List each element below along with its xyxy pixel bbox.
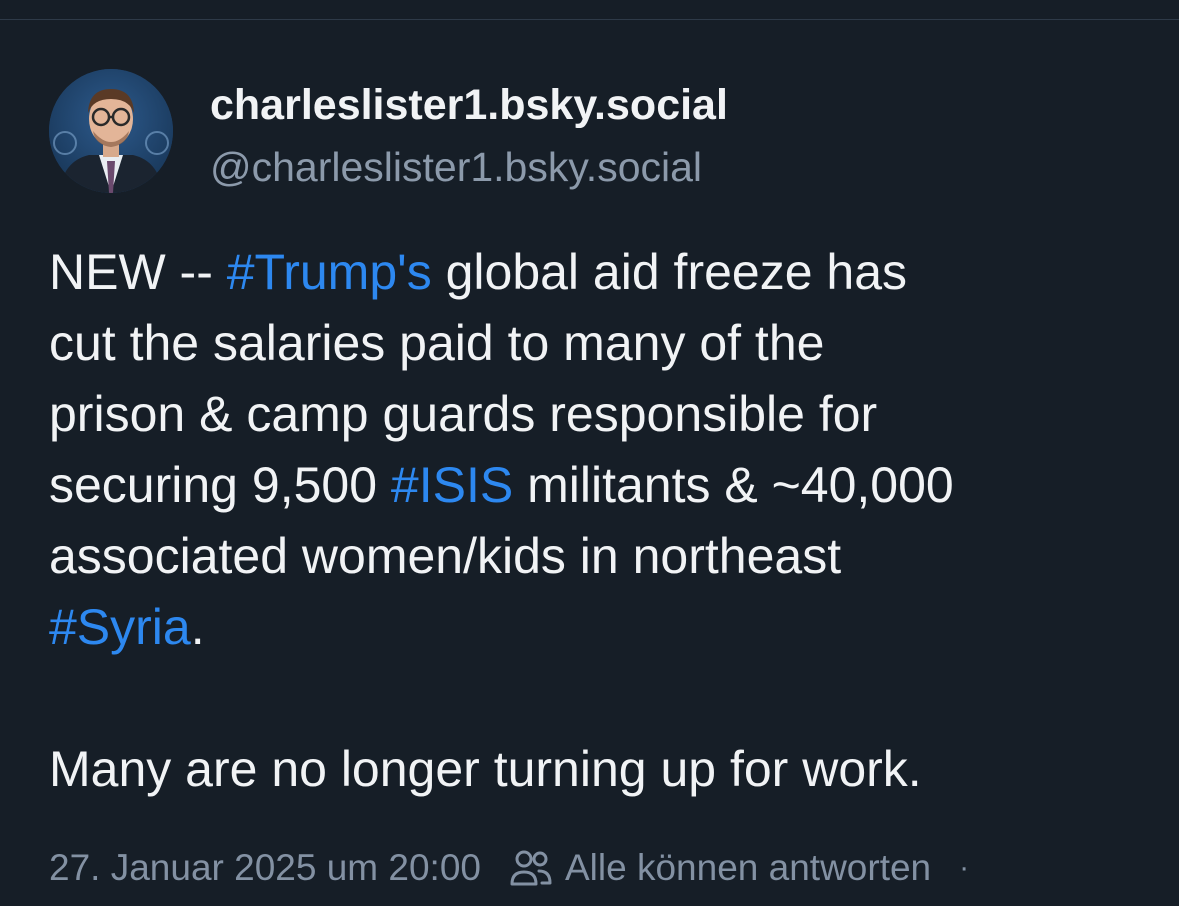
post-line: associated women/kids in northeast — [49, 521, 1159, 592]
post-line: prison & camp guards responsible for — [49, 379, 1159, 450]
avatar[interactable] — [49, 69, 173, 193]
hashtag-link[interactable]: #Syria — [49, 599, 191, 655]
reply-setting[interactable]: Alle können antworten — [565, 847, 931, 889]
author-display-name[interactable]: charleslister1.bsky.social — [210, 80, 728, 130]
post-text-segment: cut the salaries paid to many of the — [49, 315, 825, 371]
hashtag-link[interactable]: #ISIS — [391, 457, 513, 513]
post-blank-line — [49, 663, 1159, 734]
post-text-segment: NEW -- — [49, 244, 227, 300]
meta-separator: · — [959, 851, 970, 884]
post-line: Many are no longer turning up for work. — [49, 734, 1159, 805]
top-divider — [0, 19, 1179, 20]
post-text-segment: securing 9,500 — [49, 457, 391, 513]
people-icon — [509, 848, 553, 888]
post-line: NEW -- #Trump's global aid freeze has — [49, 237, 1159, 308]
post-text-segment: Many are no longer turning up for work. — [49, 741, 922, 797]
post-meta: 27. Januar 2025 um 20:00 Alle können ant… — [49, 845, 969, 891]
post-text-segment: global aid freeze has — [431, 244, 908, 300]
post-text-segment: associated women/kids in northeast — [49, 528, 842, 584]
post-text-segment: . — [190, 599, 205, 655]
avatar-image — [49, 69, 173, 193]
post-line: #Syria. — [49, 592, 1159, 663]
post-line: cut the salaries paid to many of the — [49, 308, 1159, 379]
author-handle[interactable]: @charleslister1.bsky.social — [210, 142, 702, 192]
post-timestamp[interactable]: 27. Januar 2025 um 20:00 — [49, 847, 481, 889]
post-text: NEW -- #Trump's global aid freeze has cut… — [49, 237, 1159, 805]
post-line: securing 9,500 #ISIS militants & ~40,000 — [49, 450, 1159, 521]
post-text-segment: militants & ~40,000 — [513, 457, 954, 513]
post-text-segment: prison & camp guards responsible for — [49, 386, 878, 442]
hashtag-link[interactable]: #Trump's — [227, 244, 432, 300]
